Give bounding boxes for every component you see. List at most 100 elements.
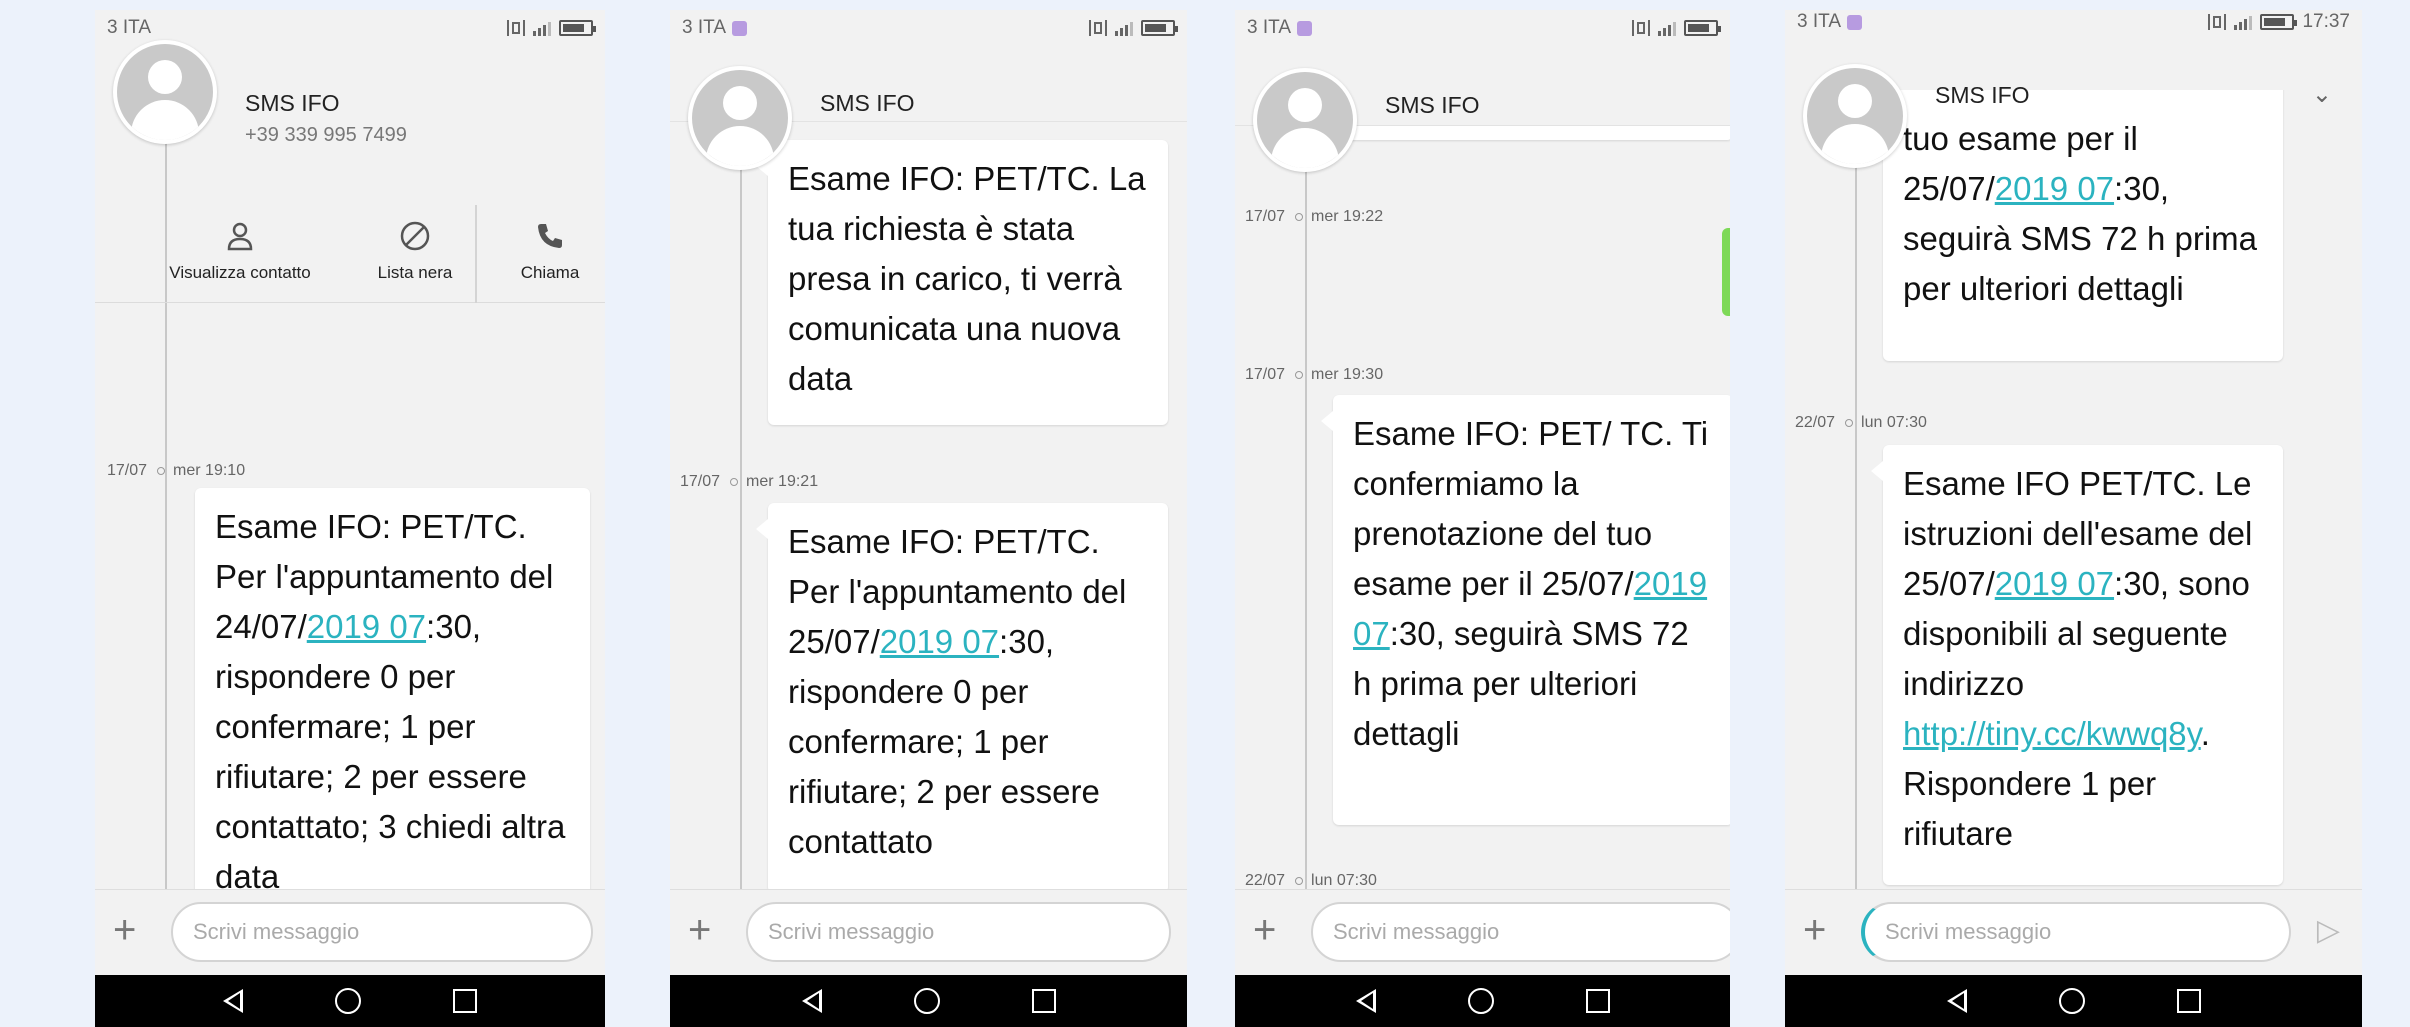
status-bar: 3 ITA 17:37 [1785, 10, 2362, 40]
view-contact-button[interactable]: Visualizza contatto [165, 205, 315, 303]
contact-name: SMS IFO [1385, 92, 1480, 118]
vibrate-icon [2208, 14, 2227, 30]
carrier-label: 3 ITA [1247, 17, 1291, 38]
message-bubble[interactable]: Esame IFO: PET/TC. Per l'appuntamento de… [756, 503, 1168, 892]
compose-bar: + Scrivi messaggio [1235, 889, 1730, 975]
call-button[interactable]: Chiama [495, 205, 605, 303]
battery-icon [559, 20, 596, 36]
message-bubble[interactable]: Esame IFO: PET/TC. Per l'appuntamento de… [195, 488, 590, 908]
phone-icon [533, 219, 567, 253]
timestamp-time: lun 07:30 [1861, 414, 1927, 431]
status-bar: 3 ITA [1235, 10, 1730, 46]
message-thread: tuo esame per il 25/07/2019 07:30, segui… [1785, 90, 2362, 892]
contact-avatar[interactable] [113, 40, 217, 144]
message-thread: Esame IFO: PET/TC. La tua richiesta è st… [670, 120, 1187, 892]
message-input[interactable]: Scrivi messaggio [746, 902, 1171, 962]
signal-icon [2234, 14, 2253, 30]
phone-screen-2: 3 ITA Esame IFO: PET/TC. La tua richiest… [670, 10, 1187, 1027]
date-link[interactable]: 2019 07 [1995, 170, 2114, 207]
carrier-label: 3 ITA [107, 17, 151, 38]
navigation-bar [1785, 975, 2362, 1027]
status-bar: 3 ITA [670, 10, 1187, 46]
clock: 17:37 [2302, 11, 2350, 32]
send-icon[interactable]: ▷ [2317, 916, 2340, 946]
message-bubble[interactable]: Esame IFO PET/TC. Le istruzioni dell'esa… [1871, 445, 2283, 885]
contact-actions: Visualizza contatto Lista nera Chiama [95, 205, 605, 303]
add-attachment-icon[interactable]: + [1253, 910, 1276, 950]
back-icon[interactable] [1355, 989, 1376, 1013]
add-attachment-icon[interactable]: + [1803, 910, 1826, 950]
home-icon[interactable] [2058, 988, 2085, 1014]
message-input[interactable]: Scrivi messaggio [1311, 902, 1730, 962]
contact-name: SMS IFO [820, 90, 915, 116]
date-link[interactable]: 2019 07 [880, 623, 999, 660]
person-icon [223, 219, 257, 253]
recent-apps-icon[interactable] [1585, 989, 1610, 1013]
home-icon[interactable] [913, 988, 940, 1014]
signal-icon [533, 20, 551, 36]
recent-apps-icon[interactable] [1031, 989, 1056, 1013]
timestamp-date: 22/07 [1245, 872, 1286, 889]
recent-apps-icon[interactable] [2176, 989, 2201, 1013]
compose-bar: + Scrivi messaggio [670, 889, 1187, 975]
phone-screen-3: 3 ITA 17/07 mer 19:22 17/07 mer 19:30 Esam… [1235, 10, 1730, 1027]
compose-bar: + Scrivi messaggio [95, 889, 605, 975]
vibrate-icon [1089, 20, 1107, 36]
navigation-bar [1235, 975, 1730, 1027]
back-icon[interactable] [1946, 989, 1967, 1013]
navigation-bar [95, 975, 605, 1027]
back-icon[interactable] [223, 989, 243, 1013]
notification-badge-icon [732, 20, 747, 36]
timestamp-time: mer 19:21 [746, 473, 819, 490]
message-bubble[interactable]: tuo esame per il 25/07/2019 07:30, segui… [1871, 90, 2283, 361]
message-bubble[interactable]: Esame IFO: PET/ TC. Ti confermiamo la pr… [1321, 395, 1730, 825]
contact-avatar[interactable] [1803, 64, 1907, 168]
carrier-label: 3 ITA [1797, 11, 1841, 32]
blacklist-label: Lista nera [377, 263, 453, 282]
recent-apps-icon[interactable] [453, 989, 477, 1013]
message-timestamp: 17/07 mer 19:21 [680, 473, 818, 491]
message-timestamp: 22/07 lun 07:30 [1795, 414, 1927, 432]
view-contact-label: Visualizza contatto [169, 263, 311, 282]
contact-avatar[interactable] [1253, 68, 1357, 172]
carrier-label: 3 ITA [682, 17, 726, 38]
phone-screen-4: 3 ITA 17:37 tuo esame per il 25/07/2019 … [1785, 10, 2362, 1027]
url-link[interactable]: http://tiny.cc/kwwq8y [1903, 715, 2201, 752]
add-attachment-icon[interactable]: + [688, 910, 711, 950]
message-text-end: :30, seguirà SMS 72 h prima per ulterior… [1353, 615, 1689, 752]
message-input[interactable]: Scrivi messaggio [1861, 902, 2291, 962]
timestamp-date: 17/07 [680, 473, 721, 490]
contact-name: SMS IFO [245, 90, 340, 116]
contact-name: SMS IFO [1935, 82, 2030, 108]
message-timestamp: 17/07 mer 19:22 [1245, 208, 1383, 226]
message-text-end: :30, rispondere 0 per confermare; 1 per … [215, 608, 566, 895]
battery-icon [1684, 20, 1721, 36]
navigation-bar [670, 975, 1187, 1027]
message-timestamp: 17/07 mer 19:30 [1245, 366, 1383, 384]
phone-screen-1: 3 ITA SMS IFO +39 339 995 7499 Visualizz… [95, 10, 605, 1027]
timestamp-time: lun 07:30 [1311, 872, 1377, 889]
timestamp-time: mer 19:30 [1311, 366, 1384, 383]
block-icon [398, 219, 432, 253]
blacklist-button[interactable]: Lista nera [350, 205, 480, 303]
call-label: Chiama [520, 263, 580, 282]
sent-message-edge[interactable] [1722, 228, 1730, 316]
timestamp-date: 22/07 [1795, 414, 1836, 431]
home-icon[interactable] [1467, 988, 1494, 1014]
notification-badge-icon [1297, 20, 1312, 36]
message-thread: 17/07 mer 19:22 17/07 mer 19:30 Esame IFO:… [1235, 120, 1730, 892]
home-icon[interactable] [335, 988, 361, 1014]
signal-icon [1658, 20, 1676, 36]
vibrate-icon [1632, 20, 1650, 36]
contact-avatar[interactable] [688, 66, 792, 170]
back-icon[interactable] [801, 989, 822, 1013]
notification-badge-icon [1847, 14, 1862, 30]
chevron-down-icon[interactable]: ⌄ [2312, 80, 2332, 109]
add-attachment-icon[interactable]: + [113, 910, 136, 950]
date-link[interactable]: 2019 07 [1995, 565, 2114, 602]
date-link[interactable]: 2019 07 [307, 608, 426, 645]
message-bubble[interactable]: Esame IFO: PET/TC. La tua richiesta è st… [756, 140, 1168, 425]
vibrate-icon [507, 20, 525, 36]
action-divider [475, 205, 477, 303]
message-input[interactable]: Scrivi messaggio [171, 902, 593, 962]
